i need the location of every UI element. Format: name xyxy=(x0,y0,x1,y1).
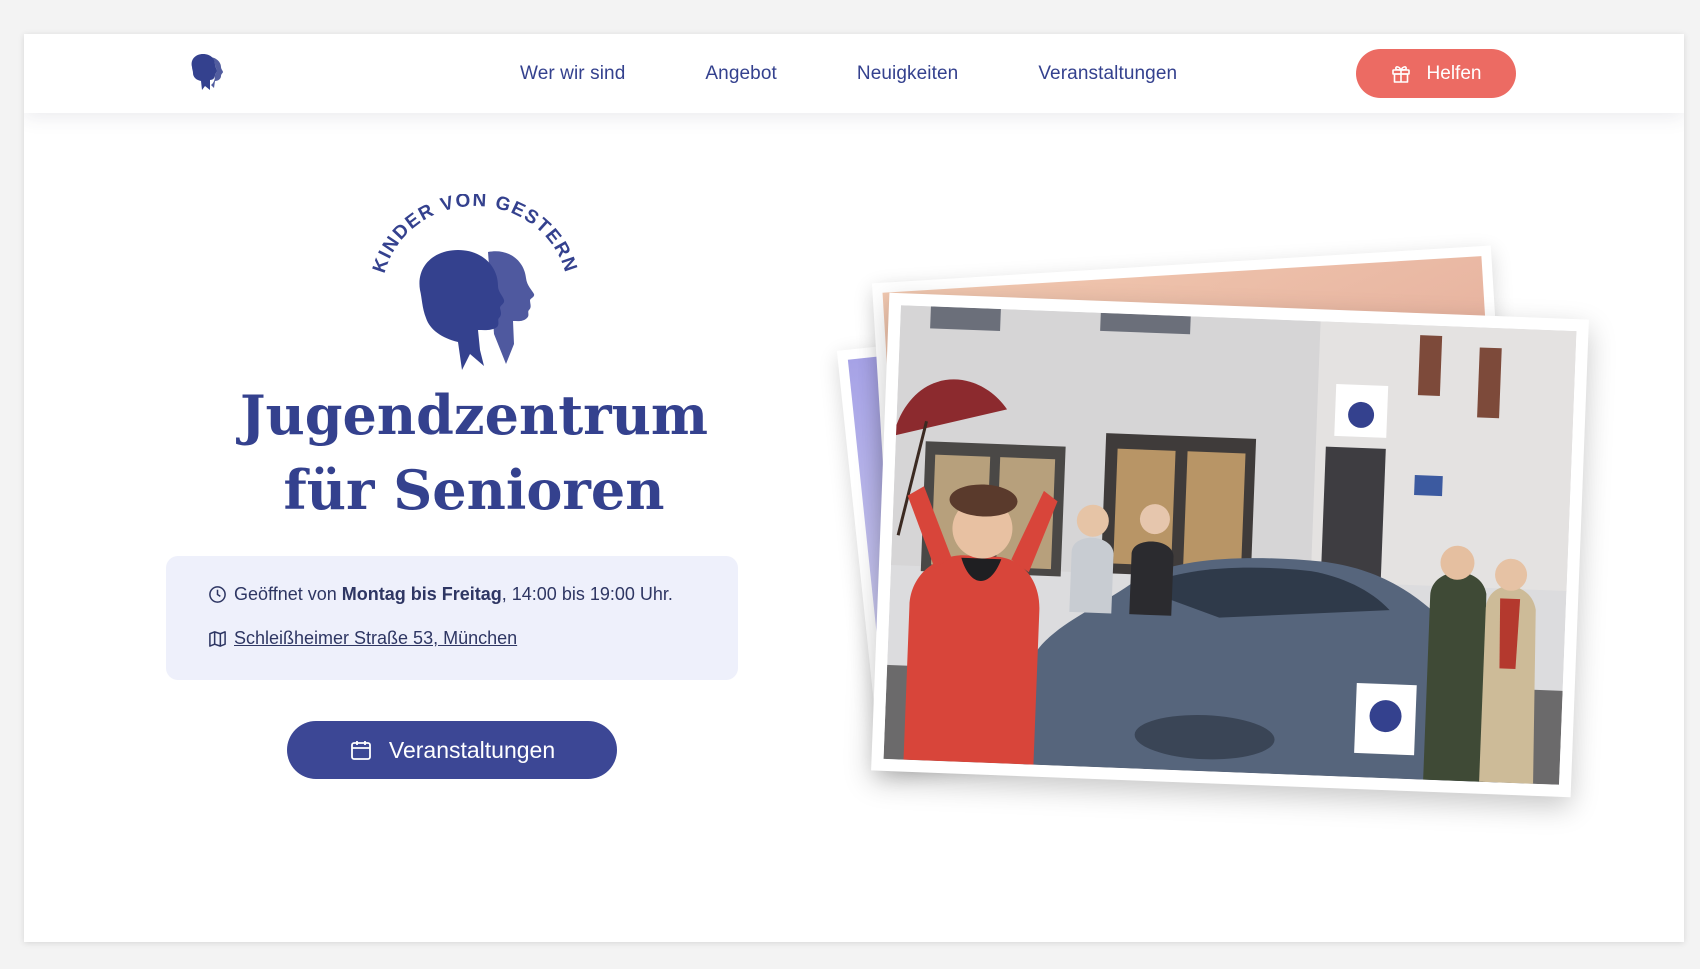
hours-prefix: Geöffnet von xyxy=(234,584,342,604)
silhouette-logo-icon[interactable] xyxy=(184,51,226,93)
address-link[interactable]: Schleißheimer Straße 53, München xyxy=(234,628,517,649)
events-button[interactable]: Veranstaltungen xyxy=(287,721,617,779)
page-frame: Wer wir sind Angebot Neuigkeiten Veranst… xyxy=(24,34,1684,942)
hero-photo xyxy=(871,292,1589,798)
photo-stack xyxy=(836,245,1622,824)
opening-hours: Geöffnet von Montag bis Freitag, 14:00 b… xyxy=(208,584,673,605)
page-title-line1: Jugendzentrum xyxy=(239,383,709,447)
help-button[interactable]: Helfen xyxy=(1356,49,1516,98)
page-title: Jugendzentrum für Senioren xyxy=(144,378,804,528)
hours-days: Montag bis Freitag xyxy=(341,584,502,604)
map-icon xyxy=(209,631,226,647)
opening-info-box: Geöffnet von Montag bis Freitag, 14:00 b… xyxy=(166,556,738,680)
address-row: Schleißheimer Straße 53, München xyxy=(208,628,517,649)
calendar-icon xyxy=(350,741,371,760)
top-navigation: Wer wir sind Angebot Neuigkeiten Veranst… xyxy=(24,34,1684,113)
main-menu: Wer wir sind Angebot Neuigkeiten Veranst… xyxy=(520,34,1177,113)
nav-link-wer-wir-sind[interactable]: Wer wir sind xyxy=(520,63,625,85)
page-title-line2: für Senioren xyxy=(283,458,665,522)
nav-link-veranstaltungen[interactable]: Veranstaltungen xyxy=(1038,63,1177,85)
nav-link-angebot[interactable]: Angebot xyxy=(705,63,777,85)
gift-icon xyxy=(1391,65,1410,83)
nav-link-neuigkeiten[interactable]: Neuigkeiten xyxy=(857,63,958,85)
clock-icon xyxy=(209,586,226,603)
hero-photo-image xyxy=(883,305,1577,785)
help-button-label: Helfen xyxy=(1426,62,1482,84)
events-button-label: Veranstaltungen xyxy=(388,736,556,763)
hours-suffix: , 14:00 bis 19:00 Uhr. xyxy=(501,584,673,604)
kinder-von-gestern-logo: KINDER VON GESTERN xyxy=(369,194,580,370)
